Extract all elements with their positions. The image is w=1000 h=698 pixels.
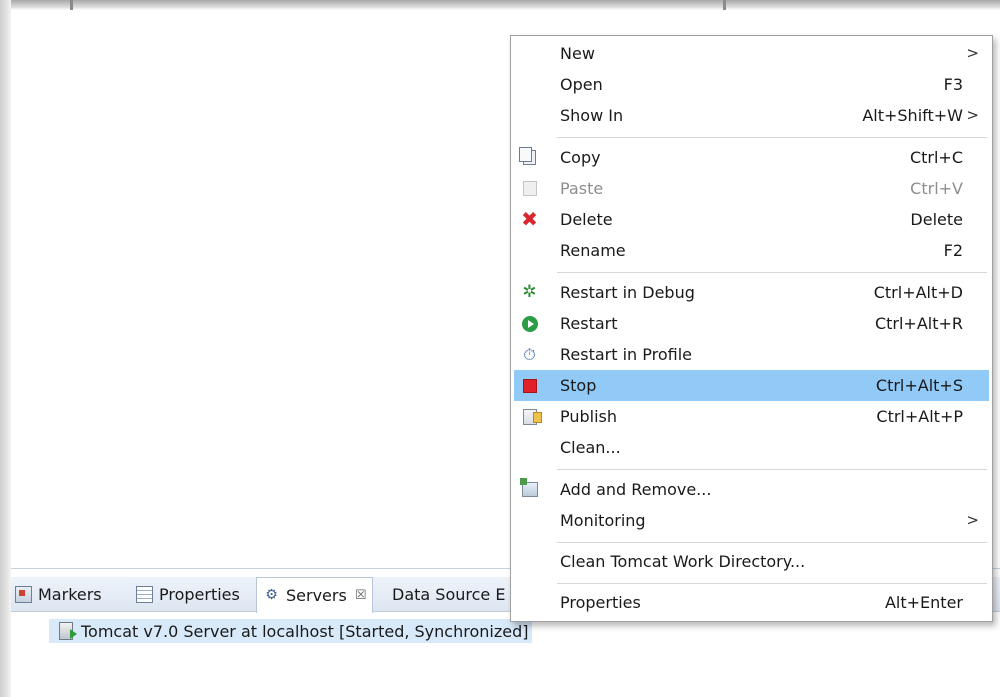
servers-icon: ⚙ — [265, 587, 278, 603]
menu-item-label: Properties — [560, 593, 641, 612]
menu-item-label: Rename — [560, 241, 626, 260]
submenu-arrow-icon: > — [966, 511, 979, 529]
server-label: Tomcat v7.0 Server at localhost [Started… — [81, 621, 529, 641]
menu-separator — [557, 137, 987, 138]
menu-item-label: Stop — [560, 376, 597, 395]
submenu-arrow-icon: > — [966, 106, 979, 124]
menu-item-label: Clean Tomcat Work Directory... — [560, 552, 806, 571]
server-tree-item[interactable]: Tomcat v7.0 Server at localhost [Started… — [49, 619, 533, 643]
menu-item-label: Paste — [560, 179, 604, 198]
delete-icon: ✖ — [521, 207, 538, 231]
menu-item-shortcut: Ctrl+Alt+D — [873, 283, 963, 302]
menu-item-label: Restart in Debug — [560, 283, 695, 302]
menu-item-label: Publish — [560, 407, 618, 426]
menu-item-label: Clean... — [560, 438, 621, 457]
tab-properties[interactable]: Properties — [136, 577, 240, 611]
menu-item-add-remove[interactable]: Add and Remove... — [514, 474, 989, 505]
menu-separator — [557, 542, 987, 543]
menu-item-properties[interactable]: Properties Alt+Enter — [514, 587, 989, 618]
menu-item-label: Monitoring — [560, 511, 646, 530]
menu-item-label: Delete — [560, 210, 613, 229]
menu-item-shortcut: Ctrl+Alt+P — [876, 407, 963, 426]
menu-item-shortcut: F2 — [943, 241, 963, 260]
menu-item-shortcut: Ctrl+Alt+R — [874, 314, 963, 333]
menu-separator — [557, 272, 987, 273]
menu-item-shortcut: F3 — [943, 75, 963, 94]
restart-icon — [521, 315, 538, 332]
copy-icon — [519, 147, 538, 166]
top-frame-divider — [723, 0, 726, 10]
menu-item-copy[interactable]: Copy Ctrl+C — [514, 142, 989, 173]
menu-item-new[interactable]: New > — [514, 38, 989, 69]
menu-item-paste: Paste Ctrl+V — [514, 173, 989, 204]
menu-item-label: Open — [560, 75, 603, 94]
tab-markers[interactable]: Markers — [15, 577, 102, 611]
menu-item-shortcut: Delete — [910, 210, 963, 229]
tab-servers[interactable]: ⚙ Servers ☒ — [256, 577, 374, 613]
markers-icon — [15, 585, 32, 603]
menu-item-shortcut: Ctrl+V — [910, 179, 963, 198]
menu-item-show-in[interactable]: Show In Alt+Shift+W > — [514, 100, 989, 131]
server-started-icon — [59, 622, 77, 640]
menu-item-stop[interactable]: Stop Ctrl+Alt+S — [514, 370, 989, 401]
window-top-edge — [0, 0, 1000, 10]
stop-icon — [521, 377, 538, 394]
menu-item-shortcut: Alt+Enter — [884, 593, 963, 612]
properties-icon — [136, 585, 153, 603]
menu-item-label: Show In — [560, 106, 624, 125]
debug-icon: ✲ — [522, 282, 537, 302]
menu-separator — [557, 583, 987, 584]
publish-icon — [521, 408, 542, 425]
menu-item-rename[interactable]: Rename F2 — [514, 235, 989, 266]
context-menu: New > Open F3 Show In Alt+Shift+W > Copy… — [510, 35, 993, 622]
menu-item-delete[interactable]: ✖ Delete Delete — [514, 204, 989, 235]
menu-item-monitoring[interactable]: Monitoring > — [514, 505, 989, 536]
menu-item-restart-debug[interactable]: ✲ Restart in Debug Ctrl+Alt+D — [514, 277, 989, 308]
menu-item-label: Copy — [560, 148, 601, 167]
submenu-arrow-icon: > — [966, 44, 979, 62]
tab-servers-label: Servers — [286, 586, 347, 605]
paste-icon — [521, 180, 538, 197]
menu-item-restart-profile[interactable]: ⏱ Restart in Profile — [514, 339, 989, 370]
window-left-edge — [0, 0, 11, 697]
close-icon[interactable]: ☒ — [355, 588, 367, 603]
menu-item-shortcut: Ctrl+Alt+S — [875, 376, 963, 395]
tab-properties-label: Properties — [159, 584, 240, 604]
top-frame-divider — [70, 0, 73, 10]
menu-item-label: Add and Remove... — [560, 480, 712, 499]
menu-item-label: New — [560, 44, 595, 63]
menu-item-label: Restart — [560, 314, 618, 333]
menu-item-open[interactable]: Open F3 — [514, 69, 989, 100]
menu-separator — [557, 469, 987, 470]
tab-markers-label: Markers — [38, 584, 102, 604]
menu-item-shortcut: Alt+Shift+W — [862, 106, 963, 125]
menu-item-label: Restart in Profile — [560, 345, 693, 364]
menu-item-clean-tomcat-work-dir[interactable]: Clean Tomcat Work Directory... — [514, 546, 989, 577]
profile-icon: ⏱ — [523, 345, 536, 364]
menu-item-publish[interactable]: Publish Ctrl+Alt+P — [514, 401, 989, 432]
tab-data-source-explorer[interactable]: Data Source E — [392, 577, 505, 611]
add-remove-icon — [519, 478, 538, 498]
menu-item-restart[interactable]: Restart Ctrl+Alt+R — [514, 308, 989, 339]
menu-item-clean[interactable]: Clean... — [514, 432, 989, 463]
tab-data-source-label: Data Source E — [392, 584, 506, 604]
menu-item-shortcut: Ctrl+C — [909, 148, 963, 167]
